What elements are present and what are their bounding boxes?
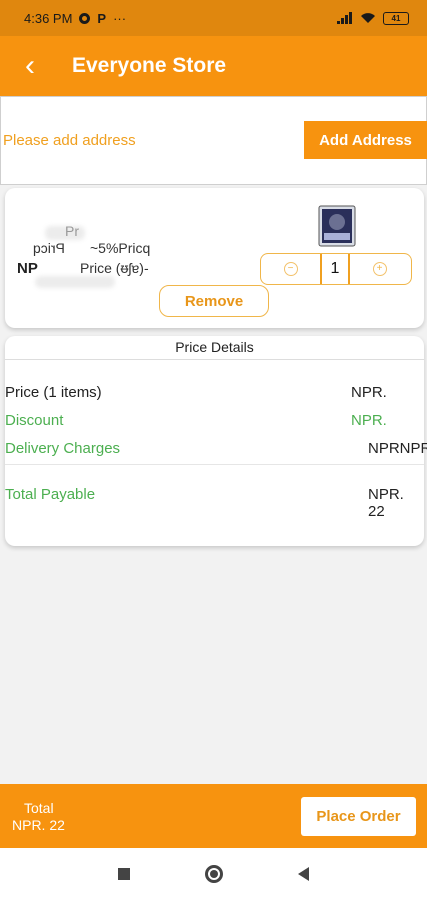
place-order-button[interactable]: Place Order bbox=[301, 797, 416, 836]
product-garbled-text: Pricq bbox=[33, 240, 65, 256]
checkout-bar: Total NPR. 22 Place Order bbox=[0, 784, 427, 848]
remove-button[interactable]: Remove bbox=[159, 285, 269, 317]
product-garbled-text: Pr bbox=[65, 223, 79, 239]
price-details-header: Price Details bbox=[5, 336, 424, 360]
quantity-value: 1 bbox=[320, 254, 350, 284]
page-title: Everyone Store bbox=[72, 54, 227, 77]
price-label: Price (1 items) bbox=[5, 384, 102, 401]
app-bar: ‹ Everyone Store bbox=[0, 36, 427, 96]
status-app-icon: P bbox=[97, 10, 107, 26]
product-thumbnail[interactable] bbox=[315, 204, 359, 248]
total-payable-label: Total Payable bbox=[5, 486, 96, 503]
product-card: Pr Pricq ~5%Pricq NP Price (ᵿʃɐ)- − 1 + … bbox=[5, 188, 424, 328]
status-notification-icon bbox=[79, 12, 91, 24]
back-arrow-icon[interactable]: ‹ bbox=[0, 36, 52, 96]
divider bbox=[5, 464, 424, 465]
add-address-button[interactable]: Add Address bbox=[304, 121, 427, 159]
product-garbled-text: Price (ᵿʃɐ)- bbox=[80, 260, 149, 276]
product-garbled-text: ~5%Pricq bbox=[90, 240, 151, 256]
total-payable-value: NPR. 22 bbox=[368, 486, 404, 520]
total-label: Total bbox=[24, 800, 54, 816]
status-time: 4:36 PM bbox=[24, 10, 73, 26]
quantity-stepper: − 1 + bbox=[260, 253, 412, 285]
decrease-quantity-button[interactable]: − bbox=[261, 254, 320, 284]
status-bar: 4:36 PM P ··· 41 bbox=[0, 0, 427, 36]
status-more-icon: ··· bbox=[113, 10, 127, 26]
back-icon[interactable] bbox=[298, 867, 309, 881]
increase-quantity-button[interactable]: + bbox=[350, 254, 409, 284]
hard-drive-image bbox=[318, 205, 356, 247]
price-details-card: Price Details Price (1 items) NPR. Disco… bbox=[5, 336, 427, 546]
wifi-icon bbox=[361, 13, 375, 23]
product-garbled-text: NP bbox=[17, 260, 38, 277]
address-section: Please add address Add Address bbox=[0, 96, 427, 185]
blurred-text-smudge bbox=[35, 276, 115, 288]
signal-icon bbox=[337, 12, 352, 24]
home-icon[interactable] bbox=[205, 865, 223, 883]
price-value: NPR. bbox=[351, 384, 387, 401]
minus-icon: − bbox=[283, 262, 298, 276]
total-value: NPR. 22 bbox=[12, 817, 65, 833]
discount-value: NPR. bbox=[351, 412, 387, 429]
discount-label: Discount bbox=[5, 412, 64, 429]
address-prompt: Please add address bbox=[3, 132, 136, 149]
system-nav-bar bbox=[0, 848, 427, 900]
plus-icon: + bbox=[372, 262, 387, 276]
delivery-label: Delivery Charges bbox=[5, 440, 121, 457]
battery-icon: 41 bbox=[383, 11, 409, 25]
delivery-value: NPRNPR bbox=[368, 440, 427, 457]
recents-icon[interactable] bbox=[118, 868, 130, 880]
